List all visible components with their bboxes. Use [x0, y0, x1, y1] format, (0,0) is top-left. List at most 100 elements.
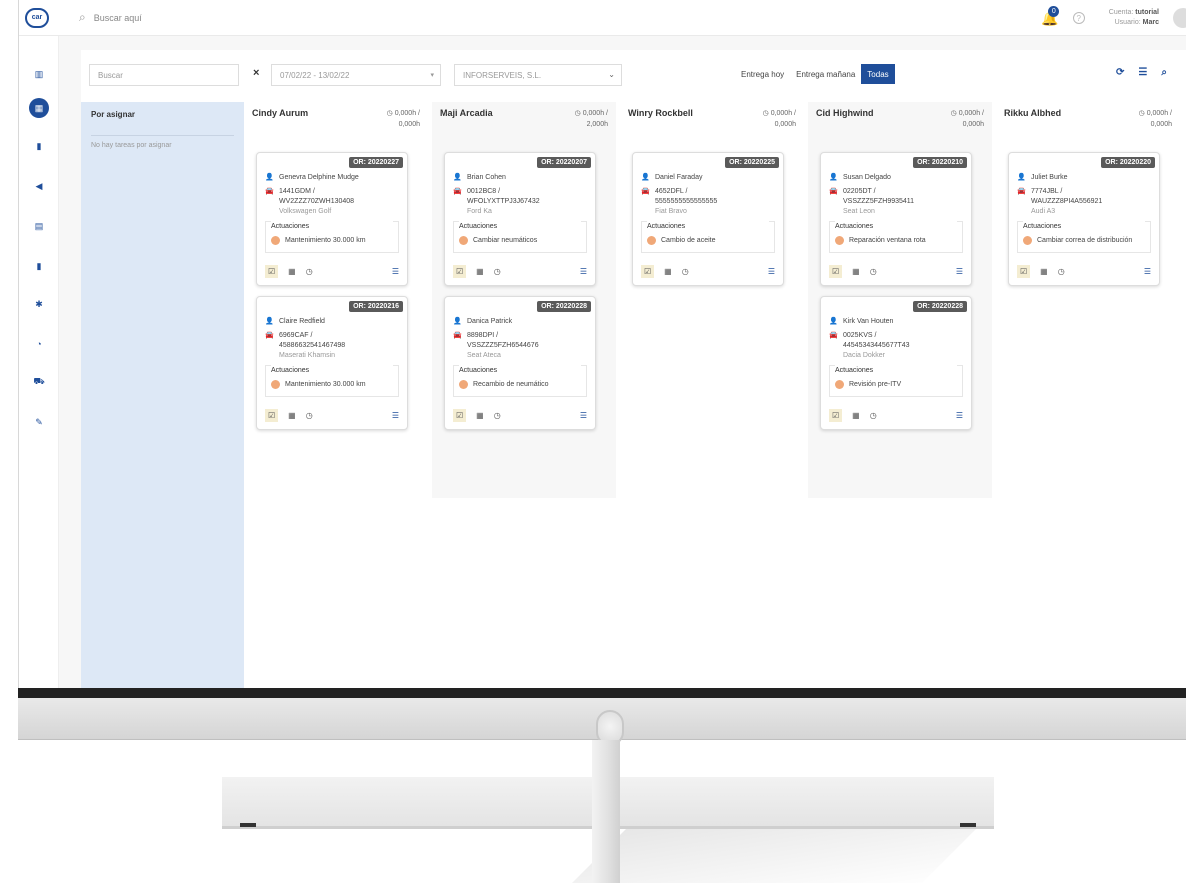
vehicle-row: 🚘 02205DT / VSSZZZ5FZH9935411 Seat Leon [829, 187, 963, 217]
help-icon[interactable]: ? [1072, 12, 1085, 24]
calendar-icon[interactable]: ▦ [476, 411, 484, 420]
refresh-icon[interactable]: ⟳ [1116, 67, 1124, 78]
list-icon[interactable]: ☰ [1144, 267, 1151, 276]
document-icon[interactable]: ▮ [29, 136, 49, 156]
clock-icon[interactable]: ◷ [870, 411, 877, 420]
work-order-card[interactable]: OR: 20220216 👤 Claire Redfield 🚘 6969CAF / 45… [256, 296, 408, 430]
vehicle-info: 6969CAF / 45886632541467498 Maserati Khams… [279, 331, 345, 361]
clipboard-icon[interactable]: ▮ [29, 256, 49, 276]
client-row: 👤 Brian Cohen [453, 173, 587, 183]
megaphone-icon[interactable]: ◀ [29, 176, 49, 196]
clock-icon[interactable]: ◷ [1058, 267, 1065, 276]
calendar-icon[interactable]: ▦ [288, 411, 296, 420]
clock-icon[interactable]: ◷ [306, 267, 313, 276]
work-order-card[interactable]: OR: 20220228 👤 Kirk Van Houten 🚘 0025KVS / 44… [820, 296, 972, 430]
board-search-input[interactable]: Buscar [89, 64, 239, 86]
bell-icon[interactable]: 🔔 0 [1041, 5, 1060, 27]
list-icon[interactable]: ☰ [956, 267, 963, 276]
list-icon[interactable]: ☰ [580, 267, 587, 276]
work-order-card[interactable]: OR: 20220207 👤 Brian Cohen 🚘 0012BC8 / WFOLYX… [444, 152, 596, 286]
check-calendar-icon[interactable]: ☑ [641, 264, 655, 278]
list-icon[interactable]: ☰ [956, 411, 963, 420]
segment-tomorrow[interactable]: Entrega mañana [790, 64, 861, 84]
actions-label: Actuaciones [271, 365, 393, 376]
action-item[interactable]: Mantenimiento 30.000 km [271, 236, 393, 246]
avatar[interactable] [1173, 8, 1186, 28]
calendar-icon[interactable]: ▦ [852, 411, 860, 420]
hours-planned: 0,000h [962, 121, 984, 128]
segment-today[interactable]: Entrega hoy [735, 64, 790, 84]
action-item[interactable]: Cambiar neumáticos [459, 236, 581, 246]
columns-icon[interactable]: ☰ [1138, 67, 1147, 78]
actions-label: Actuaciones [271, 221, 393, 232]
delivery-filter: Entrega hoy Entrega mañana Todas [735, 64, 895, 84]
date-range-picker[interactable]: 07/02/22 - 13/02/22 ▾ [271, 64, 441, 86]
hours-planned: 2,000h [586, 121, 608, 128]
calendar-icon[interactable]: ▦ [852, 267, 860, 276]
client-row: 👤 Susan Delgado [829, 173, 963, 183]
check-calendar-icon[interactable]: ☑ [1017, 264, 1031, 278]
segment-all[interactable]: Todas [861, 64, 895, 84]
action-item[interactable]: Cambiar correa de distribución [1023, 236, 1145, 246]
unassigned-empty: No hay tareas por asignar [91, 135, 234, 149]
user-icon: 👤 [265, 174, 274, 181]
check-calendar-icon[interactable]: ☑ [265, 408, 279, 422]
hours-planned: 0,000h [774, 121, 796, 128]
work-order-card[interactable]: OR: 20220220 👤 Juliet Burke 🚘 7774JBL / WAUZZ… [1008, 152, 1160, 286]
clock-icon[interactable]: ◷ [494, 411, 501, 420]
calendar-icon[interactable]: ▦ [476, 267, 484, 276]
app-logo[interactable]: car [25, 7, 49, 28]
action-item[interactable]: Cambio de aceite [647, 236, 769, 246]
work-order-card[interactable]: OR: 20220210 👤 Susan Delgado 🚘 02205DT / VSSZ… [820, 152, 972, 286]
account-value: tutorial [1135, 9, 1159, 16]
work-order-card[interactable]: OR: 20220227 👤 Genevra Delphine Mudge 🚘 1441… [256, 152, 408, 286]
check-calendar-icon[interactable]: ☑ [453, 264, 467, 278]
base-foot [240, 823, 256, 827]
calendar-nav-icon[interactable]: ▦ [29, 98, 49, 118]
car-nav-icon[interactable]: ⛟ [29, 372, 49, 392]
car-icon: 🚘 [829, 188, 838, 195]
clock-icon[interactable]: ◷ [682, 267, 689, 276]
list-icon[interactable]: ☰ [768, 267, 775, 276]
global-search-input[interactable]: Buscar aquí [94, 13, 142, 23]
action-item[interactable]: Recambio de neumático [459, 380, 581, 390]
company-select[interactable]: INFORSERVEIS, S.L. ⌄ [454, 64, 622, 86]
chart-icon[interactable]: ▥ [29, 64, 49, 84]
global-search[interactable]: ⌕ Buscar aquí [79, 10, 142, 25]
check-calendar-icon[interactable]: ☑ [265, 264, 279, 278]
action-item[interactable]: Revisión pre-ITV [835, 380, 957, 390]
order-badge: OR: 20220227 [349, 157, 403, 168]
gauge-icon[interactable]: ◔ [29, 334, 49, 354]
search-icon[interactable]: ⌕ [1161, 67, 1167, 78]
vehicle-model: Dacia Dokker [843, 352, 886, 359]
clock-icon[interactable]: ◷ [870, 267, 877, 276]
list-icon[interactable]: ☰ [580, 411, 587, 420]
work-order-card[interactable]: OR: 20220228 👤 Danica Patrick 🚘 8898DPI / VSS… [444, 296, 596, 430]
vehicle-model: Seat Ateca [467, 352, 501, 359]
actions-label: Actuaciones [647, 221, 769, 232]
main-area: Buscar × 07/02/22 - 13/02/22 ▾ INFORSERVE… [59, 36, 1186, 692]
list-icon[interactable]: ☰ [392, 267, 399, 276]
order-badge: OR: 20220228 [913, 301, 967, 312]
check-calendar-icon[interactable]: ☑ [829, 408, 843, 422]
actions-box: Actuaciones Recambio de neumático [453, 365, 587, 397]
table-icon[interactable]: ▤ [29, 216, 49, 236]
plate: 7774JBL / [1031, 188, 1063, 195]
calendar-icon[interactable]: ▦ [288, 267, 296, 276]
work-order-card[interactable]: OR: 20220225 👤 Daniel Faraday 🚘 4652DFL / 555… [632, 152, 784, 286]
wrench-icon[interactable]: ✎ [29, 412, 49, 432]
clear-icon[interactable]: × [253, 67, 259, 79]
client-row: 👤 Kirk Van Houten [829, 317, 963, 327]
calendar-icon[interactable]: ▦ [1040, 267, 1048, 276]
check-calendar-icon[interactable]: ☑ [453, 408, 467, 422]
action-item[interactable]: Mantenimiento 30.000 km [271, 380, 393, 390]
gear-icon[interactable]: ✱ [29, 294, 49, 314]
list-icon[interactable]: ☰ [392, 411, 399, 420]
clock-icon[interactable]: ◷ [494, 267, 501, 276]
check-calendar-icon[interactable]: ☑ [829, 264, 843, 278]
calendar-icon[interactable]: ▦ [664, 267, 672, 276]
hours-worked: 0,000h / [582, 110, 608, 117]
action-item[interactable]: Reparación ventana rota [835, 236, 957, 246]
column-header: Winry Rockbell ◷ 0,000h / 0,000h [628, 108, 796, 152]
clock-icon[interactable]: ◷ [306, 411, 313, 420]
